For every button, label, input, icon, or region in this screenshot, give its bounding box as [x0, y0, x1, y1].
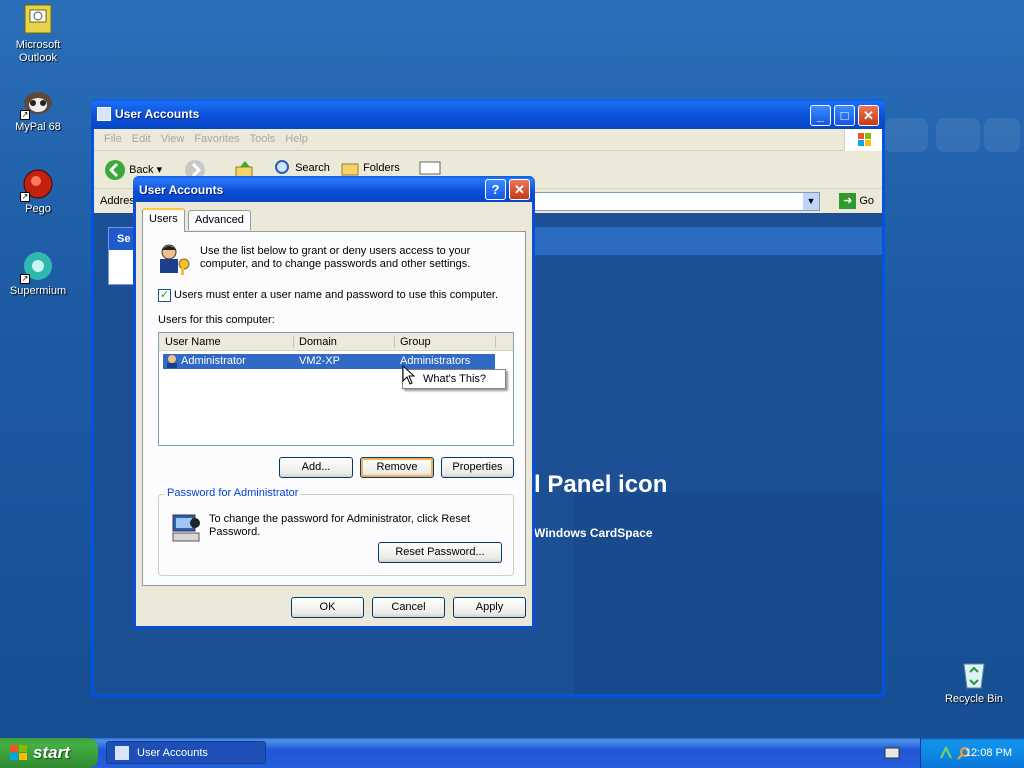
- system-tray: 12:08 PM: [920, 738, 1024, 768]
- menu-file[interactable]: File: [104, 133, 122, 145]
- desktop-icon-label: Pego: [25, 203, 51, 215]
- apply-button[interactable]: Apply: [453, 597, 526, 618]
- mypal-icon: ↗: [20, 86, 54, 120]
- tab-users[interactable]: Users: [142, 208, 185, 232]
- desktop-icon-label: Microsoft Outlook: [15, 39, 61, 64]
- back-label: Back: [129, 163, 154, 176]
- password-group: Password for Administrator To change the…: [158, 487, 514, 576]
- column-group[interactable]: Group: [400, 336, 431, 348]
- outlook-icon: [22, 4, 54, 36]
- desktop-icon-recycle-bin[interactable]: Recycle Bin: [936, 658, 1012, 706]
- dialog-title-bar[interactable]: User Accounts ? ✕: [133, 176, 535, 202]
- explorer-title: User Accounts: [115, 107, 200, 121]
- desktop-decoration: [884, 118, 928, 152]
- menu-bar: File Edit View Favorites Tools Help: [94, 129, 882, 151]
- shortcut-arrow-icon: ↗: [20, 274, 30, 284]
- properties-button[interactable]: Properties: [441, 457, 514, 478]
- desktop-icon-supermium[interactable]: ↗ Supermium: [0, 250, 76, 298]
- reset-password-button[interactable]: Reset Password...: [378, 542, 502, 563]
- column-domain[interactable]: Domain: [299, 336, 337, 348]
- mouse-cursor-icon: [402, 365, 416, 385]
- dialog-title: User Accounts: [139, 183, 224, 197]
- desktop-icon-mypal[interactable]: ↗ MyPal 68: [0, 86, 76, 134]
- content-subline[interactable]: Windows CardSpace: [534, 526, 653, 540]
- desktop-icon-label: Supermium: [9, 285, 67, 297]
- dialog-close-button[interactable]: ✕: [509, 179, 530, 200]
- row-user-name: Administrator: [181, 355, 246, 367]
- minimize-button[interactable]: _: [810, 105, 831, 126]
- cancel-button[interactable]: Cancel: [372, 597, 445, 618]
- help-button[interactable]: ?: [485, 179, 506, 200]
- content-headline: l Panel icon: [534, 471, 668, 498]
- taskbar: start User Accounts 12:08 PM: [0, 738, 1024, 768]
- windows-flag-icon: [10, 745, 27, 760]
- users-tab-panel: Use the list below to grant or deny user…: [142, 231, 526, 586]
- users-keys-icon: [160, 244, 190, 275]
- desktop-icon-pego[interactable]: ↗ Pego: [0, 168, 76, 216]
- back-arrow-icon: [105, 160, 125, 180]
- menu-edit[interactable]: Edit: [132, 133, 151, 145]
- password-group-label: Password for Administrator: [165, 487, 301, 499]
- ok-button[interactable]: OK: [291, 597, 364, 618]
- desktop-decoration: [984, 118, 1020, 152]
- content-panel: [574, 493, 882, 694]
- pego-icon: ↗: [20, 168, 54, 202]
- intro-text: Use the list below to grant or deny user…: [200, 245, 471, 270]
- table-row[interactable]: Administrator VM2-XP Administrators: [163, 354, 495, 369]
- address-dropdown-icon[interactable]: ▼: [803, 193, 819, 210]
- taskbar-clock[interactable]: 12:08 PM: [965, 747, 1012, 759]
- user-icon: [167, 355, 177, 368]
- desktop-icon-outlook[interactable]: Microsoft Outlook: [0, 4, 76, 65]
- go-label: Go: [859, 194, 874, 207]
- taskbar-item-label: User Accounts: [137, 747, 208, 759]
- require-login-label[interactable]: Users must enter a user name and passwor…: [174, 289, 498, 302]
- folders-icon: [341, 163, 359, 176]
- users-list-label: Users for this computer:: [158, 314, 275, 326]
- menu-help[interactable]: Help: [285, 133, 308, 145]
- desktop-icon-label: Recycle Bin: [944, 693, 1004, 705]
- maximize-button[interactable]: □: [834, 105, 855, 126]
- search-icon: [275, 160, 289, 174]
- supermium-icon: ↗: [20, 250, 54, 284]
- users-list-header: User Name Domain Group: [159, 333, 513, 351]
- menu-favorites[interactable]: Favorites: [194, 133, 239, 145]
- row-domain: VM2-XP: [299, 355, 340, 367]
- control-panel-icon: [97, 107, 111, 121]
- keyboard-icon[interactable]: [884, 747, 900, 759]
- views-icon: [419, 161, 441, 175]
- network-icon[interactable]: [939, 746, 953, 760]
- explorer-title-bar[interactable]: User Accounts _ □ ✕: [91, 99, 885, 129]
- start-label: start: [33, 743, 70, 762]
- require-login-checkbox[interactable]: ✓: [158, 289, 171, 302]
- desktop-icon-label: MyPal 68: [15, 121, 61, 133]
- user-accounts-dialog: User Accounts ? ✕ Users Advanced Use the…: [133, 176, 535, 629]
- whats-this-context-menu[interactable]: What's This?: [402, 369, 506, 389]
- search-label: Search: [295, 161, 330, 174]
- go-button[interactable]: ➜ Go: [839, 193, 874, 209]
- windows-logo-icon: [844, 129, 882, 151]
- desktop-decoration: [936, 118, 980, 152]
- close-button[interactable]: ✕: [858, 105, 879, 126]
- recycle-bin-icon: [958, 658, 990, 690]
- control-panel-icon: [115, 746, 129, 760]
- taskbar-item-user-accounts[interactable]: User Accounts: [106, 741, 266, 764]
- add-user-button[interactable]: Add...: [279, 457, 353, 478]
- start-button[interactable]: start: [0, 738, 98, 768]
- go-arrow-icon: ➜: [839, 193, 857, 209]
- tab-advanced[interactable]: Advanced: [188, 210, 251, 230]
- password-instructions: To change the password for Administrator…: [209, 513, 471, 538]
- users-list[interactable]: User Name Domain Group Administrator VM2…: [158, 332, 514, 446]
- folders-label: Folders: [363, 161, 400, 174]
- menu-tools[interactable]: Tools: [250, 133, 276, 145]
- computer-user-icon: [172, 514, 200, 542]
- menu-view[interactable]: View: [161, 133, 185, 145]
- remove-user-button[interactable]: Remove: [360, 457, 434, 478]
- shortcut-arrow-icon: ↗: [20, 110, 30, 120]
- column-user-name[interactable]: User Name: [165, 336, 221, 348]
- shortcut-arrow-icon: ↗: [20, 192, 30, 202]
